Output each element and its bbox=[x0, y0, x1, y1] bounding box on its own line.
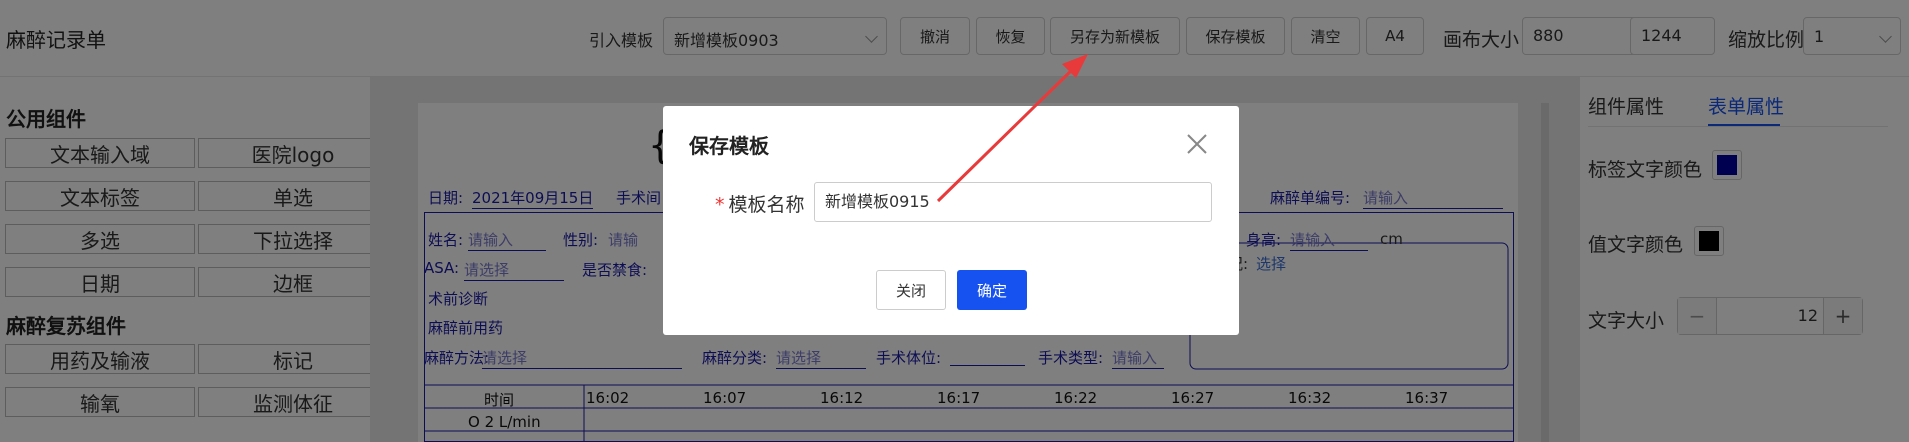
close-button[interactable]: 关闭 bbox=[876, 270, 946, 310]
confirm-button[interactable]: 确定 bbox=[957, 270, 1027, 310]
close-icon[interactable] bbox=[1185, 132, 1209, 156]
required-mark: * bbox=[715, 194, 725, 216]
template-name-label-text: 模板名称 bbox=[728, 194, 805, 216]
template-name-label: * 模板名称 bbox=[715, 190, 805, 217]
dialog-title: 保存模板 bbox=[689, 134, 769, 158]
template-name-input[interactable]: 新增模板0915 bbox=[814, 182, 1212, 222]
save-template-dialog: 保存模板 * 模板名称 新增模板0915 关闭 确定 bbox=[663, 106, 1239, 335]
app-root: 麻醉记录单 引入模板 新增模板0903 撤消 恢复 另存为新模板 保存模板 清空… bbox=[0, 0, 1909, 442]
